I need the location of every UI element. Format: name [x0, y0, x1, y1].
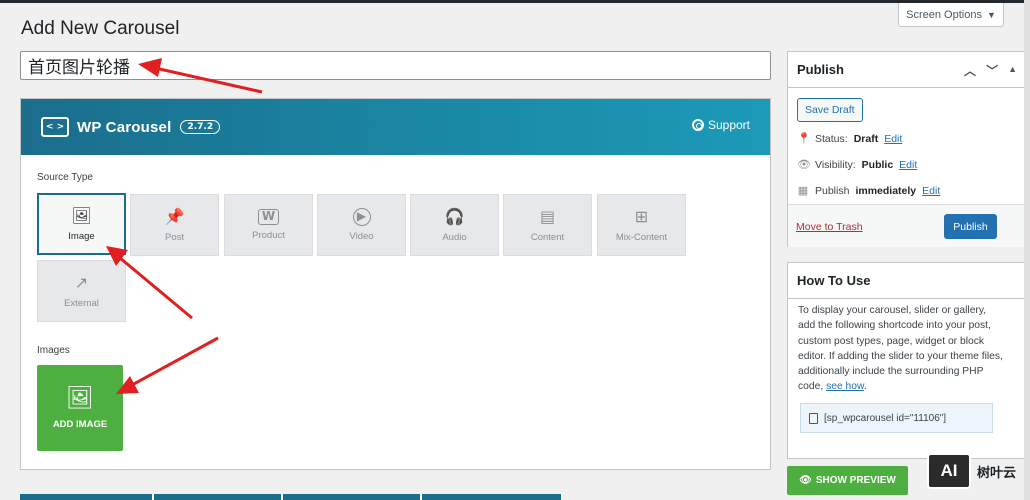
plugin-version-badge: 2.7.2	[180, 120, 221, 134]
image-icon: 🖼	[71, 206, 92, 225]
source-type-label: Source Type	[37, 172, 93, 183]
mix-icon: ⊞	[634, 207, 649, 226]
edit-visibility-link[interactable]: Edit	[899, 159, 917, 171]
eye-icon: 👁	[797, 159, 811, 171]
logo-glyph: < >	[45, 122, 65, 132]
publish-box-title: Publish	[797, 62, 844, 77]
tile-label: Content	[530, 232, 565, 243]
add-image-label: ADD IMAGE	[52, 418, 108, 430]
schedule-label: Publish	[815, 184, 850, 197]
status-value: Draft	[853, 132, 879, 145]
pin-icon: 📌	[164, 207, 185, 226]
box-controls: ︿ ﹀ ▲	[964, 62, 1017, 79]
tile-label: External	[64, 298, 99, 309]
status-label: Status:	[815, 132, 848, 145]
save-draft-button[interactable]: Save Draft	[797, 98, 863, 122]
play-icon: ▶	[352, 208, 371, 226]
watermark-logo: AI	[927, 453, 971, 489]
source-type-external[interactable]: ↗ External	[37, 260, 126, 322]
add-image-button[interactable]: 🖼 ADD IMAGE	[37, 365, 123, 451]
tile-label: Product	[252, 230, 285, 241]
page-title: Add New Carousel	[21, 18, 180, 39]
wp-carousel-logo-icon: < >	[41, 117, 69, 137]
chevron-up-icon[interactable]: ︿	[964, 62, 976, 79]
caret-down-icon: ▼	[986, 9, 996, 20]
how-to-use-box: How To Use To display your carousel, sli…	[787, 262, 1030, 459]
settings-tab[interactable]	[154, 494, 283, 500]
shortcode-text: [sp_wpcarousel id="11106"]	[824, 412, 947, 424]
how-to-use-title: How To Use	[797, 273, 871, 288]
calendar-icon: ▦	[797, 185, 809, 197]
watermark: AI 树叶云	[927, 453, 1016, 489]
shortcode-box[interactable]: [sp_wpcarousel id="11106"]	[800, 403, 993, 433]
how-to-use-body: To display your carousel, slider or gall…	[798, 305, 1003, 393]
edit-schedule-link[interactable]: Edit	[922, 185, 940, 197]
edit-status-link[interactable]: Edit	[884, 133, 902, 145]
screen-options-button[interactable]: Screen Options ▼	[898, 3, 1004, 27]
headphones-icon: 🎧	[444, 207, 465, 226]
see-how-link[interactable]: see how	[826, 381, 864, 392]
source-type-product[interactable]: W Product	[224, 194, 313, 256]
show-preview-button[interactable]: 👁 SHOW PREVIEW	[787, 466, 908, 495]
publish-box: Publish ︿ ﹀ ▲ Save Draft 📍 Status: Draft…	[787, 51, 1030, 247]
tile-label: Video	[349, 231, 374, 242]
tile-label: Mix-Content	[615, 232, 668, 243]
eye-icon: 👁	[799, 475, 812, 486]
support-link[interactable]: Support	[691, 118, 750, 132]
settings-tab-strip	[20, 494, 563, 500]
lifebuoy-icon	[691, 119, 704, 131]
schedule-value: immediately	[855, 184, 917, 197]
status-row: 📍 Status: Draft Edit	[797, 132, 902, 146]
publish-box-header: Publish ︿ ﹀ ▲	[788, 52, 1030, 88]
how-to-use-header: How To Use	[788, 263, 1030, 299]
source-type-content[interactable]: ▤ Content	[503, 194, 592, 256]
source-type-post[interactable]: 📌 Post	[130, 194, 219, 256]
settings-tab[interactable]	[20, 494, 154, 500]
screen-options-label: Screen Options	[906, 8, 982, 21]
toggle-arrow-icon[interactable]: ▲	[1008, 64, 1017, 79]
visibility-label: Visibility:	[815, 158, 856, 171]
tile-label: Post	[164, 232, 184, 243]
carousel-editor: < > WP Carousel 2.7.2 Support Source Typ…	[20, 98, 771, 470]
plugin-header: < > WP Carousel 2.7.2 Support	[21, 99, 770, 155]
admin-top-bar	[0, 0, 1030, 3]
title-input[interactable]: 首页图片轮播	[20, 51, 771, 80]
tile-label: Audio	[442, 232, 467, 243]
chevron-down-icon[interactable]: ﹀	[986, 62, 998, 79]
schedule-row: ▦ Publish immediately Edit	[797, 184, 940, 198]
document-icon: ▤	[539, 207, 556, 226]
add-image-icon: 🖼	[66, 385, 94, 411]
window-edge	[1024, 0, 1030, 500]
plugin-name: WP Carousel	[77, 118, 172, 136]
tile-label: Image	[68, 231, 95, 242]
settings-tab[interactable]	[283, 494, 422, 500]
copy-icon[interactable]	[809, 412, 818, 424]
move-to-trash-link[interactable]: Move to Trash	[796, 221, 863, 233]
show-preview-label: SHOW PREVIEW	[815, 475, 896, 486]
publish-actions: Move to Trash Publish	[788, 204, 1030, 247]
source-type-image[interactable]: 🖼 Image	[37, 193, 126, 255]
source-type-video[interactable]: ▶ Video	[317, 194, 406, 256]
publish-button[interactable]: Publish	[944, 214, 997, 239]
pin-icon: 📍	[797, 133, 811, 145]
source-type-audio[interactable]: 🎧 Audio	[410, 194, 499, 256]
title-input-value: 首页图片轮播	[28, 58, 130, 78]
visibility-row: 👁 Visibility: Public Edit	[797, 158, 917, 172]
settings-tab[interactable]	[422, 494, 563, 500]
woo-icon: W	[257, 209, 280, 225]
how-to-use-text: To display your carousel, slider or gall…	[798, 305, 1003, 393]
source-type-mix-content[interactable]: ⊞ Mix-Content	[597, 194, 686, 256]
support-label: Support	[707, 118, 750, 132]
visibility-value: Public	[861, 158, 894, 171]
images-label: Images	[37, 345, 70, 356]
watermark-text: 树叶云	[977, 465, 1017, 481]
external-link-icon: ↗	[74, 273, 89, 292]
